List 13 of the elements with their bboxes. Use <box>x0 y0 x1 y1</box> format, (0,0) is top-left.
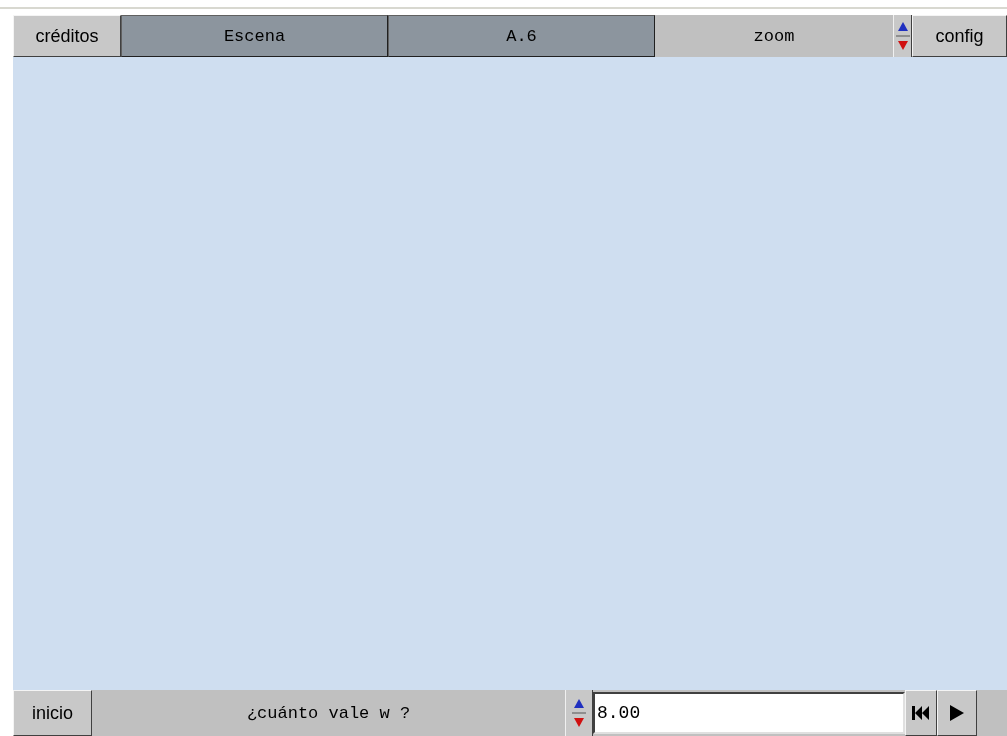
scene-label: A.6 <box>388 15 655 57</box>
config-button[interactable]: config <box>912 15 1007 57</box>
rewind-button[interactable] <box>905 690 937 736</box>
scene-label: Escena <box>121 15 388 57</box>
question-text: ¿cuánto vale w ? <box>245 702 412 725</box>
start-button[interactable]: inicio <box>13 690 92 736</box>
rewind-icon <box>912 706 930 720</box>
spinner-control[interactable] <box>565 690 593 736</box>
answer-field[interactable]: 8.00 <box>593 692 905 734</box>
play-button[interactable] <box>937 690 977 736</box>
play-icon <box>950 705 964 721</box>
spinner-control[interactable] <box>893 15 912 57</box>
credits-button[interactable]: créditos <box>13 15 121 57</box>
